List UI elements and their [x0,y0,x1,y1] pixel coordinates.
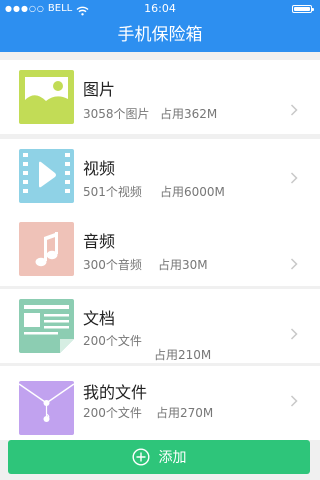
item-usage: 占用210M [154,348,212,362]
item-usage: 占用6000M [160,185,225,199]
plus-circle-icon [131,448,150,466]
item-usage: 占用362M [160,107,218,121]
folder-icon [19,381,74,435]
add-button[interactable]: 添加 [8,440,310,474]
item-title: 音频 [83,232,116,251]
item-title: 图片 [83,80,116,99]
list-item-documents[interactable]: 文档 200个文件 占用210M [0,289,320,363]
chevron-right-icon [290,172,298,184]
chevron-right-icon [290,258,298,270]
item-count: 300个音频 [83,258,142,272]
list-item-my-files[interactable]: 我的文件 200个文件 占用270M [0,366,320,440]
chevron-right-icon [290,395,298,407]
battery-icon [292,5,314,13]
item-title: 文档 [83,309,116,328]
item-usage: 占用30M [158,258,208,272]
page-title: 手机保险箱 [117,25,203,45]
item-count: 501个视频 [83,185,142,199]
document-icon [19,299,74,353]
item-usage: 占用270M [156,406,214,420]
item-count: 3058个图片 [83,107,150,121]
status-time: 16:04 [144,2,176,15]
music-icon [19,222,74,276]
image-icon [19,70,74,124]
list-item-videos[interactable]: 视频 501个视频 占用6000M [0,139,320,213]
nav-bar: 手机保险箱 [0,18,320,52]
status-bar: ●●●○○ BELL 16:04 [0,0,320,18]
item-title: 视频 [83,159,116,178]
video-icon [19,149,74,203]
list-item-audio[interactable]: 音频 300个音频 占用30M [0,212,320,286]
list-item-images[interactable]: 图片 3058个图片 占用362M [0,60,320,134]
chevron-right-icon [290,328,298,340]
item-count: 200个文件 [83,406,142,420]
item-count: 200个文件 [83,334,142,348]
add-button-label: 添加 [158,450,187,466]
chevron-right-icon [290,104,298,116]
item-title: 我的文件 [83,383,148,402]
